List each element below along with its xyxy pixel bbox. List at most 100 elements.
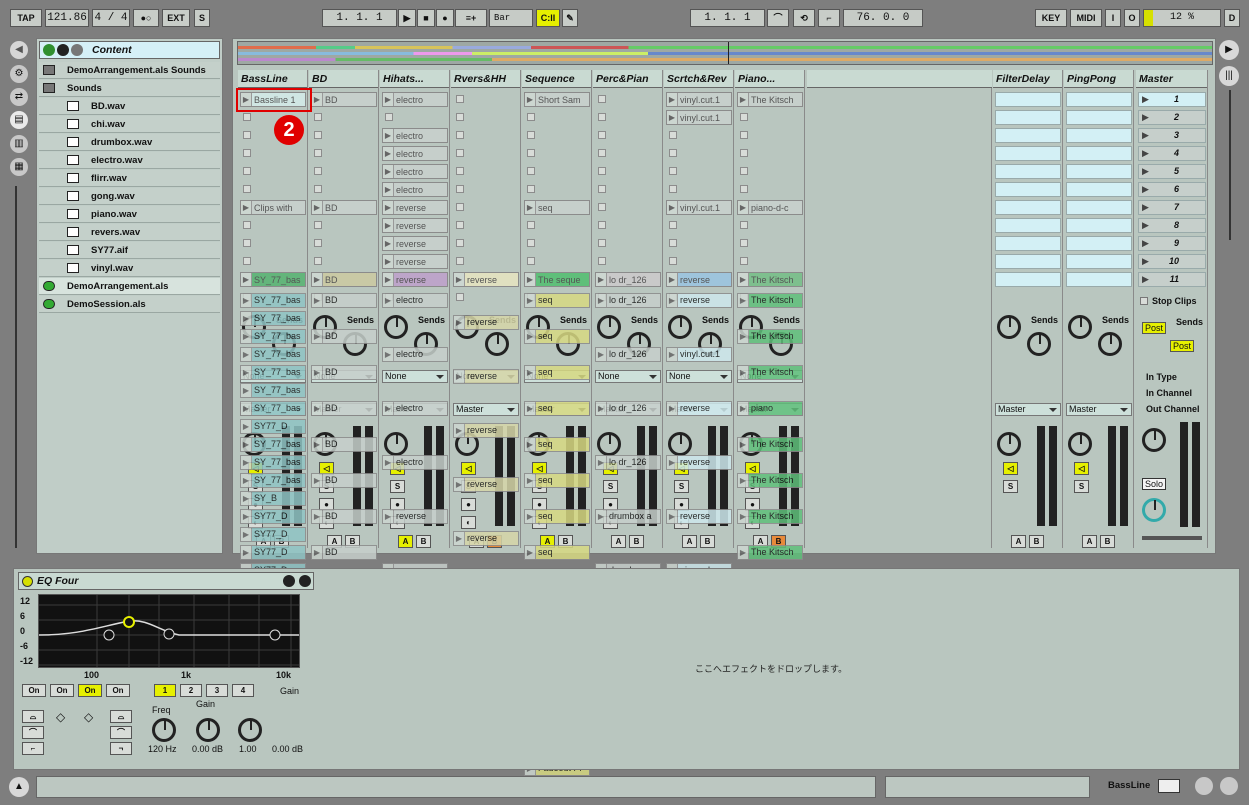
clip-stop-button[interactable] <box>456 95 464 103</box>
clip-stop-button[interactable] <box>669 257 677 265</box>
output-select[interactable]: Master <box>1066 403 1132 416</box>
clip-stop-button[interactable] <box>740 167 748 175</box>
post-button[interactable]: Post <box>1142 322 1167 334</box>
track-title[interactable]: BassLine <box>238 70 307 88</box>
tap-button[interactable]: TAP <box>10 9 42 27</box>
scene-launch-button[interactable]: ▶ 6 <box>1138 182 1206 197</box>
session-scrollbar[interactable] <box>1222 90 1231 240</box>
crossfade-a-button[interactable]: A <box>1082 535 1097 548</box>
clip-slot[interactable]: ▶ vinyl.cut.1 <box>666 110 732 125</box>
track-activator-button[interactable]: ◁ <box>1003 462 1018 475</box>
solo-button[interactable]: S <box>674 480 689 493</box>
clip-stop-button[interactable] <box>243 239 251 247</box>
return-track-title[interactable]: FilterDelay <box>993 70 1062 88</box>
clip-stop-button[interactable] <box>598 167 606 175</box>
solo-button[interactable]: S <box>390 480 405 493</box>
band-on-button[interactable]: On <box>50 684 74 697</box>
clip-stop-button[interactable] <box>456 257 464 265</box>
clip-stop-button[interactable] <box>598 257 606 265</box>
clip-slot[interactable]: ▶ vinyl.cut.1 <box>666 92 732 107</box>
send-a-knob[interactable] <box>597 315 621 339</box>
filter-type-notch-icon[interactable]: ◇ <box>84 710 93 724</box>
clip-slot[interactable]: ▶ seq <box>524 200 590 215</box>
clip-stop-button[interactable] <box>598 185 606 193</box>
solo-button[interactable]: S <box>1074 480 1089 493</box>
punch-in-icon[interactable]: ⌒ <box>767 9 789 27</box>
clip-slot[interactable]: ▶ Short Sam <box>524 92 590 107</box>
clip-stop-button[interactable] <box>669 185 677 193</box>
headphones-icon[interactable] <box>43 44 55 56</box>
clip-stop-button[interactable] <box>598 221 606 229</box>
clip-slot[interactable]: ▶ BD <box>311 272 377 287</box>
clip-play-icon[interactable]: ▶ <box>667 93 678 106</box>
track-stop-button[interactable] <box>456 293 464 301</box>
filter-type-low-icon[interactable]: ⌐ <box>22 742 44 755</box>
post-button-2[interactable]: Post <box>1170 340 1195 352</box>
clip-stop-button[interactable] <box>598 95 606 103</box>
clip-stop-button[interactable] <box>456 185 464 193</box>
clip-play-icon[interactable]: ▶ <box>596 273 607 286</box>
file-browser2-icon[interactable]: ▥ <box>10 135 28 153</box>
clip-stop-button[interactable] <box>385 113 393 121</box>
clip-slot[interactable]: ▶ piano-d-c <box>737 200 803 215</box>
clip-stop-button[interactable] <box>669 221 677 229</box>
track-title[interactable]: Scrtch&Rev <box>664 70 733 88</box>
loop-start[interactable]: 1. 1. 1 <box>690 9 765 27</box>
crossfader[interactable] <box>1142 536 1202 540</box>
clip-stop-button[interactable] <box>740 131 748 139</box>
pan-knob[interactable] <box>1068 432 1092 456</box>
file-browser3-icon[interactable]: ▦ <box>10 158 28 176</box>
scene-launch-button[interactable]: ▶ 8 <box>1138 218 1206 233</box>
track-title[interactable]: Rvers&HH <box>451 70 520 88</box>
clip-stop-button[interactable] <box>598 149 606 157</box>
down-arrow-icon[interactable] <box>71 44 83 56</box>
clip-play-icon[interactable]: ▶ <box>383 147 394 160</box>
crossfade-a-button[interactable]: A <box>611 535 626 548</box>
master-volume-knob[interactable] <box>1142 428 1166 452</box>
clip-stop-button[interactable] <box>598 203 606 211</box>
scene-launch-button[interactable]: ▶ 4 <box>1138 146 1206 161</box>
clip-play-icon[interactable]: ▶ <box>383 255 394 268</box>
clip-slot[interactable]: ▶ reverse <box>382 272 448 287</box>
clip-play-icon[interactable]: ▶ <box>738 273 749 286</box>
track-activator-button[interactable]: ◁ <box>461 462 476 475</box>
clip-stop-button[interactable] <box>243 131 251 139</box>
scene-launch-button[interactable]: ▶ 3 <box>1138 128 1206 143</box>
clip-play-icon[interactable]: ▶ <box>738 93 749 106</box>
scene-launch-button[interactable]: ▶ 5 <box>1138 164 1206 179</box>
send-a-knob[interactable] <box>1068 315 1092 339</box>
input-type-select[interactable]: None <box>595 370 661 383</box>
browser-item[interactable]: DemoArrangement.als <box>39 278 220 295</box>
clip-stop-button[interactable] <box>527 185 535 193</box>
crossfade-b-button[interactable]: B <box>700 535 715 548</box>
clip-stop-button[interactable] <box>527 113 535 121</box>
clip-slot[interactable]: ▶ vinyl.cut.1 <box>666 200 732 215</box>
scene-launch-button[interactable]: ▶ 7 <box>1138 200 1206 215</box>
send-a-knob[interactable] <box>384 315 408 339</box>
input-type-select[interactable]: None <box>666 370 732 383</box>
clip-stop-button[interactable] <box>740 239 748 247</box>
clip-stop-button[interactable] <box>314 131 322 139</box>
clip-stop-button[interactable] <box>669 131 677 139</box>
device-menu-icon[interactable] <box>283 575 295 587</box>
browser-item[interactable]: electro.wav <box>39 152 220 169</box>
output-select[interactable]: Master <box>995 403 1061 416</box>
record-button[interactable]: ● <box>436 9 454 27</box>
clip-stop-button[interactable] <box>314 239 322 247</box>
track-title[interactable]: Piano... <box>735 70 804 88</box>
master-track-title[interactable]: Master <box>1136 70 1207 88</box>
solo-cue-button[interactable]: Solo <box>1142 478 1167 490</box>
clip-slot[interactable]: ▶ Clips with <box>240 200 306 215</box>
crossfade-a-button[interactable]: A <box>682 535 697 548</box>
browser-scrollbar[interactable] <box>15 186 23 548</box>
device-save-icon[interactable] <box>299 575 311 587</box>
clip-stop-button[interactable] <box>456 167 464 175</box>
monitor-button[interactable]: ◐ <box>461 516 476 529</box>
clip-stop-button[interactable] <box>740 113 748 121</box>
browser-item[interactable]: drumbox.wav <box>39 134 220 151</box>
clip-play-icon[interactable]: ▶ <box>241 273 252 286</box>
clip-slot[interactable]: ▶ reverse <box>382 236 448 251</box>
browser-item[interactable]: BD.wav <box>39 98 220 115</box>
clip-stop-button[interactable] <box>527 167 535 175</box>
track-title[interactable]: Perc&Pian <box>593 70 662 88</box>
